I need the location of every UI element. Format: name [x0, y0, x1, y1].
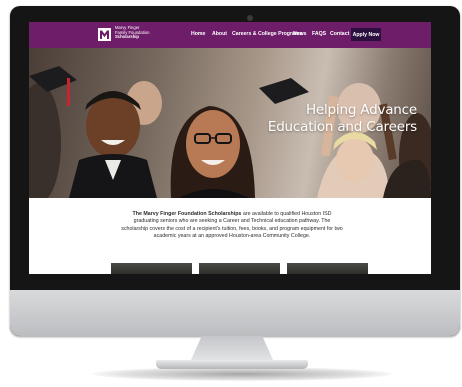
intro-bold-text: The Marvy Finger Foundation Scholarships — [132, 211, 242, 217]
feature-image-2[interactable] — [199, 263, 280, 274]
website-screen: Marvy Finger Family Foundation Scholarsh… — [29, 22, 431, 274]
nav-faqs[interactable]: FAQS — [312, 31, 326, 37]
top-navbar: Marvy Finger Family Foundation Scholarsh… — [29, 22, 431, 48]
hero-heading-line-2: Education and Careers — [267, 119, 417, 135]
nav-careers-college-programs[interactable]: Careers & College Programs — [232, 31, 302, 37]
nav-home[interactable]: Home — [191, 31, 205, 37]
feature-image-3[interactable] — [287, 263, 368, 274]
monitor-stand-base — [156, 360, 308, 369]
webcam-icon — [247, 15, 253, 21]
monitor-chin — [10, 290, 460, 336]
monitor-stand — [190, 336, 274, 362]
nav-contact[interactable]: Contact — [330, 31, 349, 37]
feature-image-1[interactable] — [111, 263, 192, 274]
apply-now-button[interactable]: Apply Now — [351, 28, 381, 41]
monitor-shadow — [92, 367, 392, 381]
hero-heading-line-1: Helping Advance — [305, 102, 417, 118]
hero-banner: Helping Advance Education and Careers — [29, 48, 431, 198]
hero-heading: Helping Advance Education and Careers — [267, 102, 417, 136]
nav-news[interactable]: News — [293, 31, 307, 37]
nav-about[interactable]: About — [212, 31, 227, 37]
intro-paragraph: The Marvy Finger Foundation Scholarships… — [121, 211, 343, 241]
